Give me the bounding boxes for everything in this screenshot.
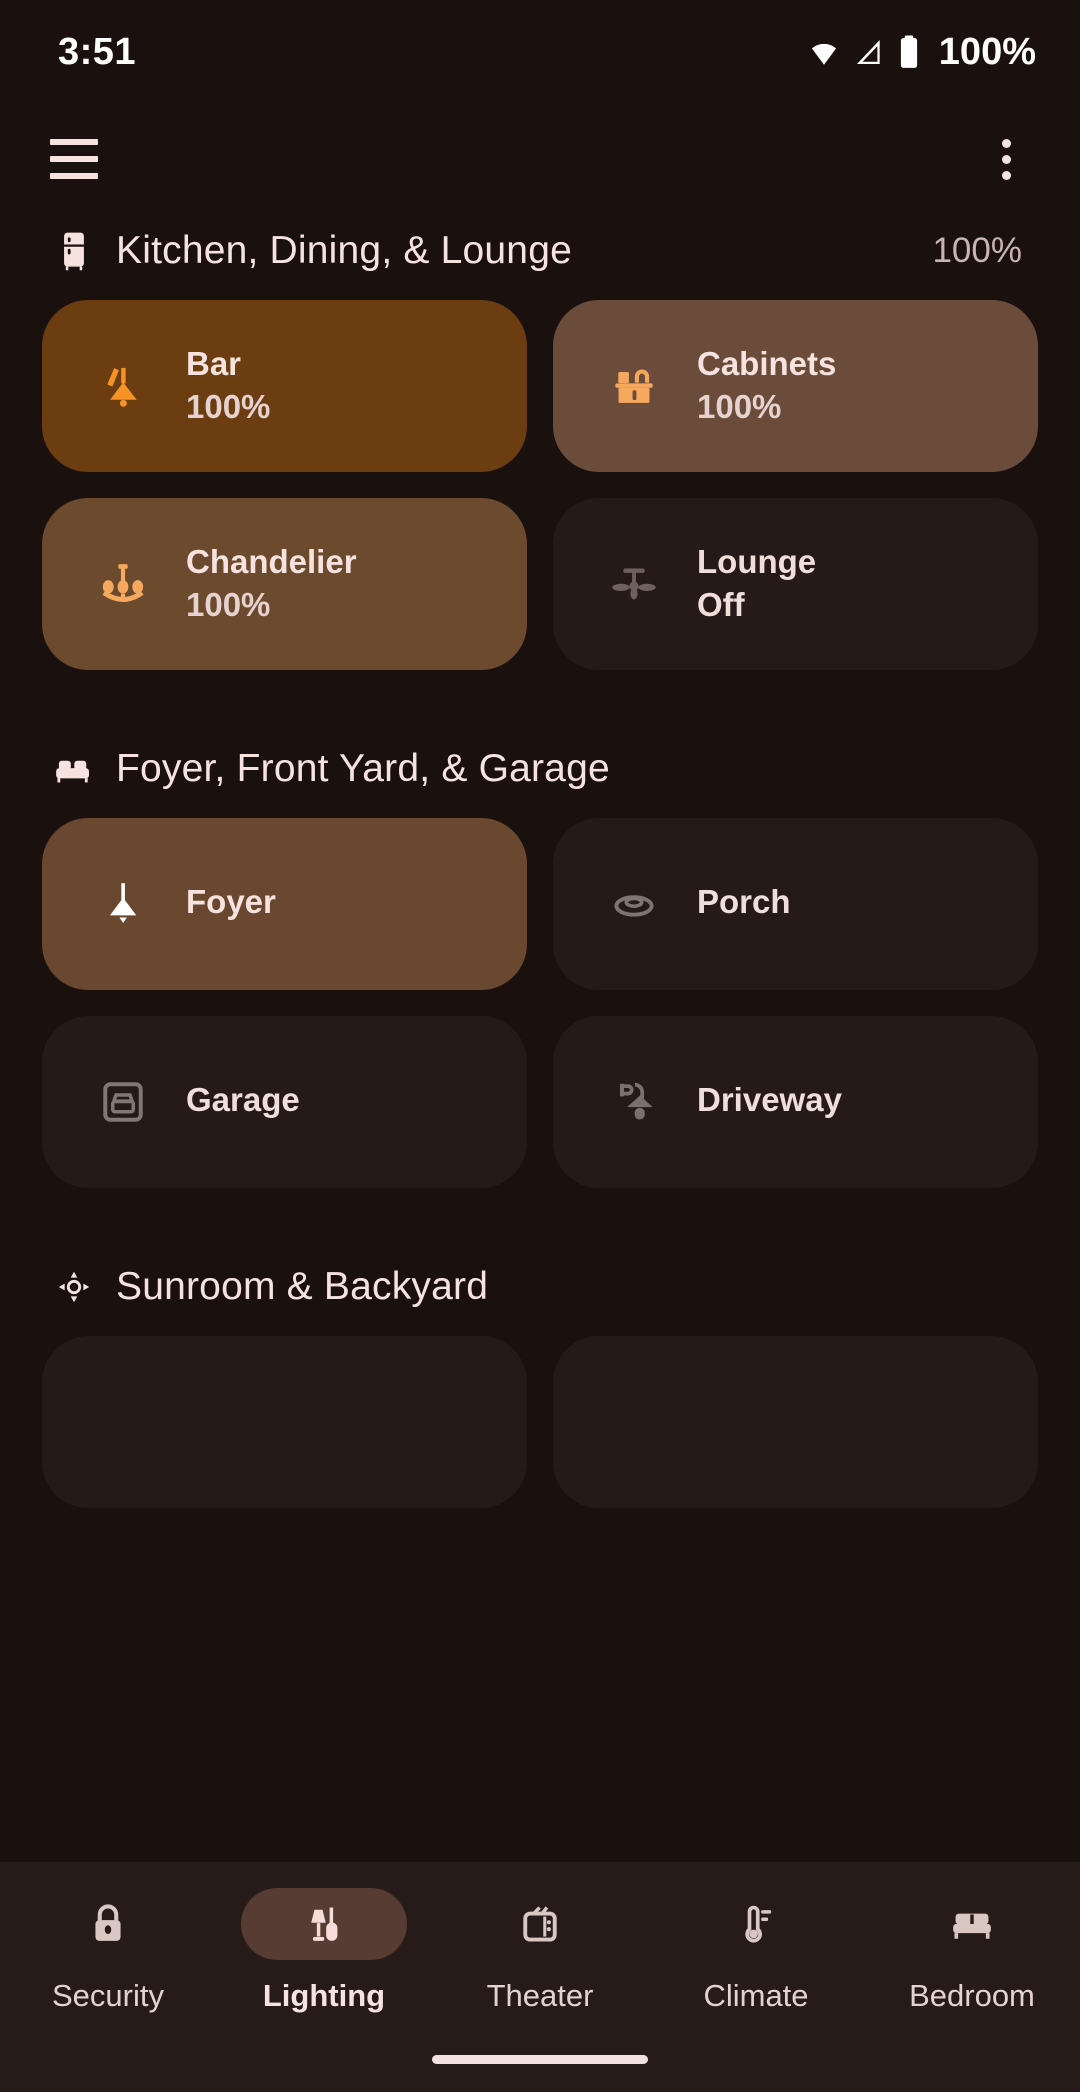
nav-label: Security — [52, 1978, 164, 2013]
device-name: Porch — [697, 882, 791, 920]
device-card-partial-left[interactable] — [42, 1336, 527, 1508]
section-header[interactable]: Foyer, Front Yard, & Garage — [42, 732, 1038, 806]
gesture-home-indicator[interactable] — [432, 2055, 648, 2064]
device-card-porch[interactable]: Porch — [553, 818, 1038, 990]
thermometer-icon — [745, 1905, 772, 1943]
device-grid — [42, 1336, 1038, 1508]
nav-item-theater[interactable]: Theater — [440, 1888, 640, 2014]
ceiling-fan-icon — [599, 555, 669, 613]
device-card-garage[interactable]: Garage — [42, 1016, 527, 1188]
section-sunroom-backyard: Sunroom & Backyard — [42, 1250, 1038, 1508]
device-grid: Bar 100% Cabinets 100% Chandelier 100% L… — [42, 300, 1038, 670]
nav-label: Bedroom — [909, 1978, 1035, 2013]
device-card-text: Lounge Off — [697, 543, 816, 625]
section-foyer-front-yard-garage: Foyer, Front Yard, & Garage Foyer Porch … — [42, 732, 1038, 1188]
tv-icon — [523, 1906, 557, 1942]
device-name: Foyer — [186, 882, 276, 920]
chandelier-icon — [88, 553, 158, 615]
nav-item-bedroom[interactable]: Bedroom — [872, 1888, 1072, 2014]
device-state: 100% — [697, 388, 782, 425]
device-state: 100% — [186, 586, 271, 623]
device-card-driveway[interactable]: Driveway — [553, 1016, 1038, 1188]
device-card-text: Porch — [697, 883, 791, 926]
device-card-partial-right[interactable] — [553, 1336, 1038, 1508]
nav-label: Theater — [486, 1978, 594, 2013]
cellular-signal-icon — [856, 40, 880, 64]
section-percent: 100% — [932, 231, 1022, 270]
outdoor-lamp-icon — [599, 1074, 669, 1130]
device-card-foyer[interactable]: Foyer — [42, 818, 527, 990]
cabinet-light-icon — [599, 357, 669, 415]
device-card-text: Cabinets 100% — [697, 345, 836, 427]
nav-pill — [25, 1888, 191, 1960]
nav-pill — [457, 1888, 623, 1960]
device-name: Lounge — [697, 543, 817, 581]
nav-item-security[interactable]: Security — [8, 1888, 208, 2014]
app-screen: 3:51 100% Kitchen, Dining, & Lounge 100%… — [0, 0, 1080, 2092]
device-state: 100% — [186, 388, 271, 425]
nav-pill — [889, 1888, 1055, 1960]
lock-icon — [95, 1904, 121, 1941]
garage-door-icon — [88, 1074, 158, 1130]
device-card-bar[interactable]: Bar 100% — [42, 300, 527, 472]
pendant-light-icon — [88, 875, 158, 933]
nav-pill — [673, 1888, 839, 1960]
hamburger-menu-icon[interactable] — [50, 139, 98, 179]
device-grid: Foyer Porch Garage Driveway — [42, 818, 1038, 1188]
nav-item-lighting[interactable]: Lighting — [224, 1888, 424, 2014]
nav-item-climate[interactable]: Climate — [656, 1888, 856, 2014]
section-title: Sunroom & Backyard — [116, 1265, 489, 1308]
device-card-text: Bar 100% — [186, 345, 270, 427]
wifi-icon — [811, 43, 836, 65]
section-title: Foyer, Front Yard, & Garage — [116, 747, 610, 790]
device-name: Driveway — [697, 1080, 842, 1118]
nav-label: Lighting — [262, 1978, 386, 2013]
device-card-chandelier[interactable]: Chandelier 100% — [42, 498, 527, 670]
bed-icon — [953, 1913, 991, 1939]
section-title: Kitchen, Dining, & Lounge — [116, 229, 572, 272]
device-card-text: Foyer — [186, 883, 276, 926]
app-bar — [0, 104, 1080, 214]
room-list[interactable]: Kitchen, Dining, & Lounge 100% Bar 100% … — [0, 214, 1080, 2092]
wall-sconce-light-icon — [88, 355, 158, 417]
section-header[interactable]: Sunroom & Backyard — [42, 1250, 1038, 1324]
section-header[interactable]: Kitchen, Dining, & Lounge 100% — [42, 214, 1038, 288]
device-card-text: Chandelier 100% — [186, 543, 357, 625]
device-card-text: Garage — [186, 1081, 300, 1124]
nav-pill — [241, 1888, 407, 1960]
status-indicators: 100% — [807, 31, 1036, 74]
nav-label: Climate — [703, 1978, 809, 2013]
device-card-text: Driveway — [697, 1081, 842, 1124]
status-bar: 3:51 100% — [0, 0, 1080, 104]
device-card-cabinets[interactable]: Cabinets 100% — [553, 300, 1038, 472]
sun-brightness-icon — [54, 1267, 94, 1307]
device-card-lounge[interactable]: Lounge Off — [553, 498, 1038, 670]
flush-mount-light-icon — [599, 875, 669, 933]
more-vert-icon[interactable] — [982, 135, 1030, 183]
lamp-icon — [311, 1907, 338, 1941]
device-name: Cabinets — [697, 345, 837, 383]
status-time: 3:51 — [58, 30, 137, 73]
device-name: Garage — [186, 1080, 300, 1118]
battery-icon — [900, 35, 917, 68]
section-kitchen-dining-lounge: Kitchen, Dining, & Lounge 100% Bar 100% … — [42, 214, 1038, 670]
device-state: Off — [697, 586, 745, 623]
device-name: Bar — [186, 345, 242, 383]
refrigerator-icon — [54, 231, 94, 271]
device-name: Chandelier — [186, 543, 357, 581]
sofa-icon — [54, 749, 94, 789]
battery-percent-label: 100% — [938, 30, 1036, 73]
